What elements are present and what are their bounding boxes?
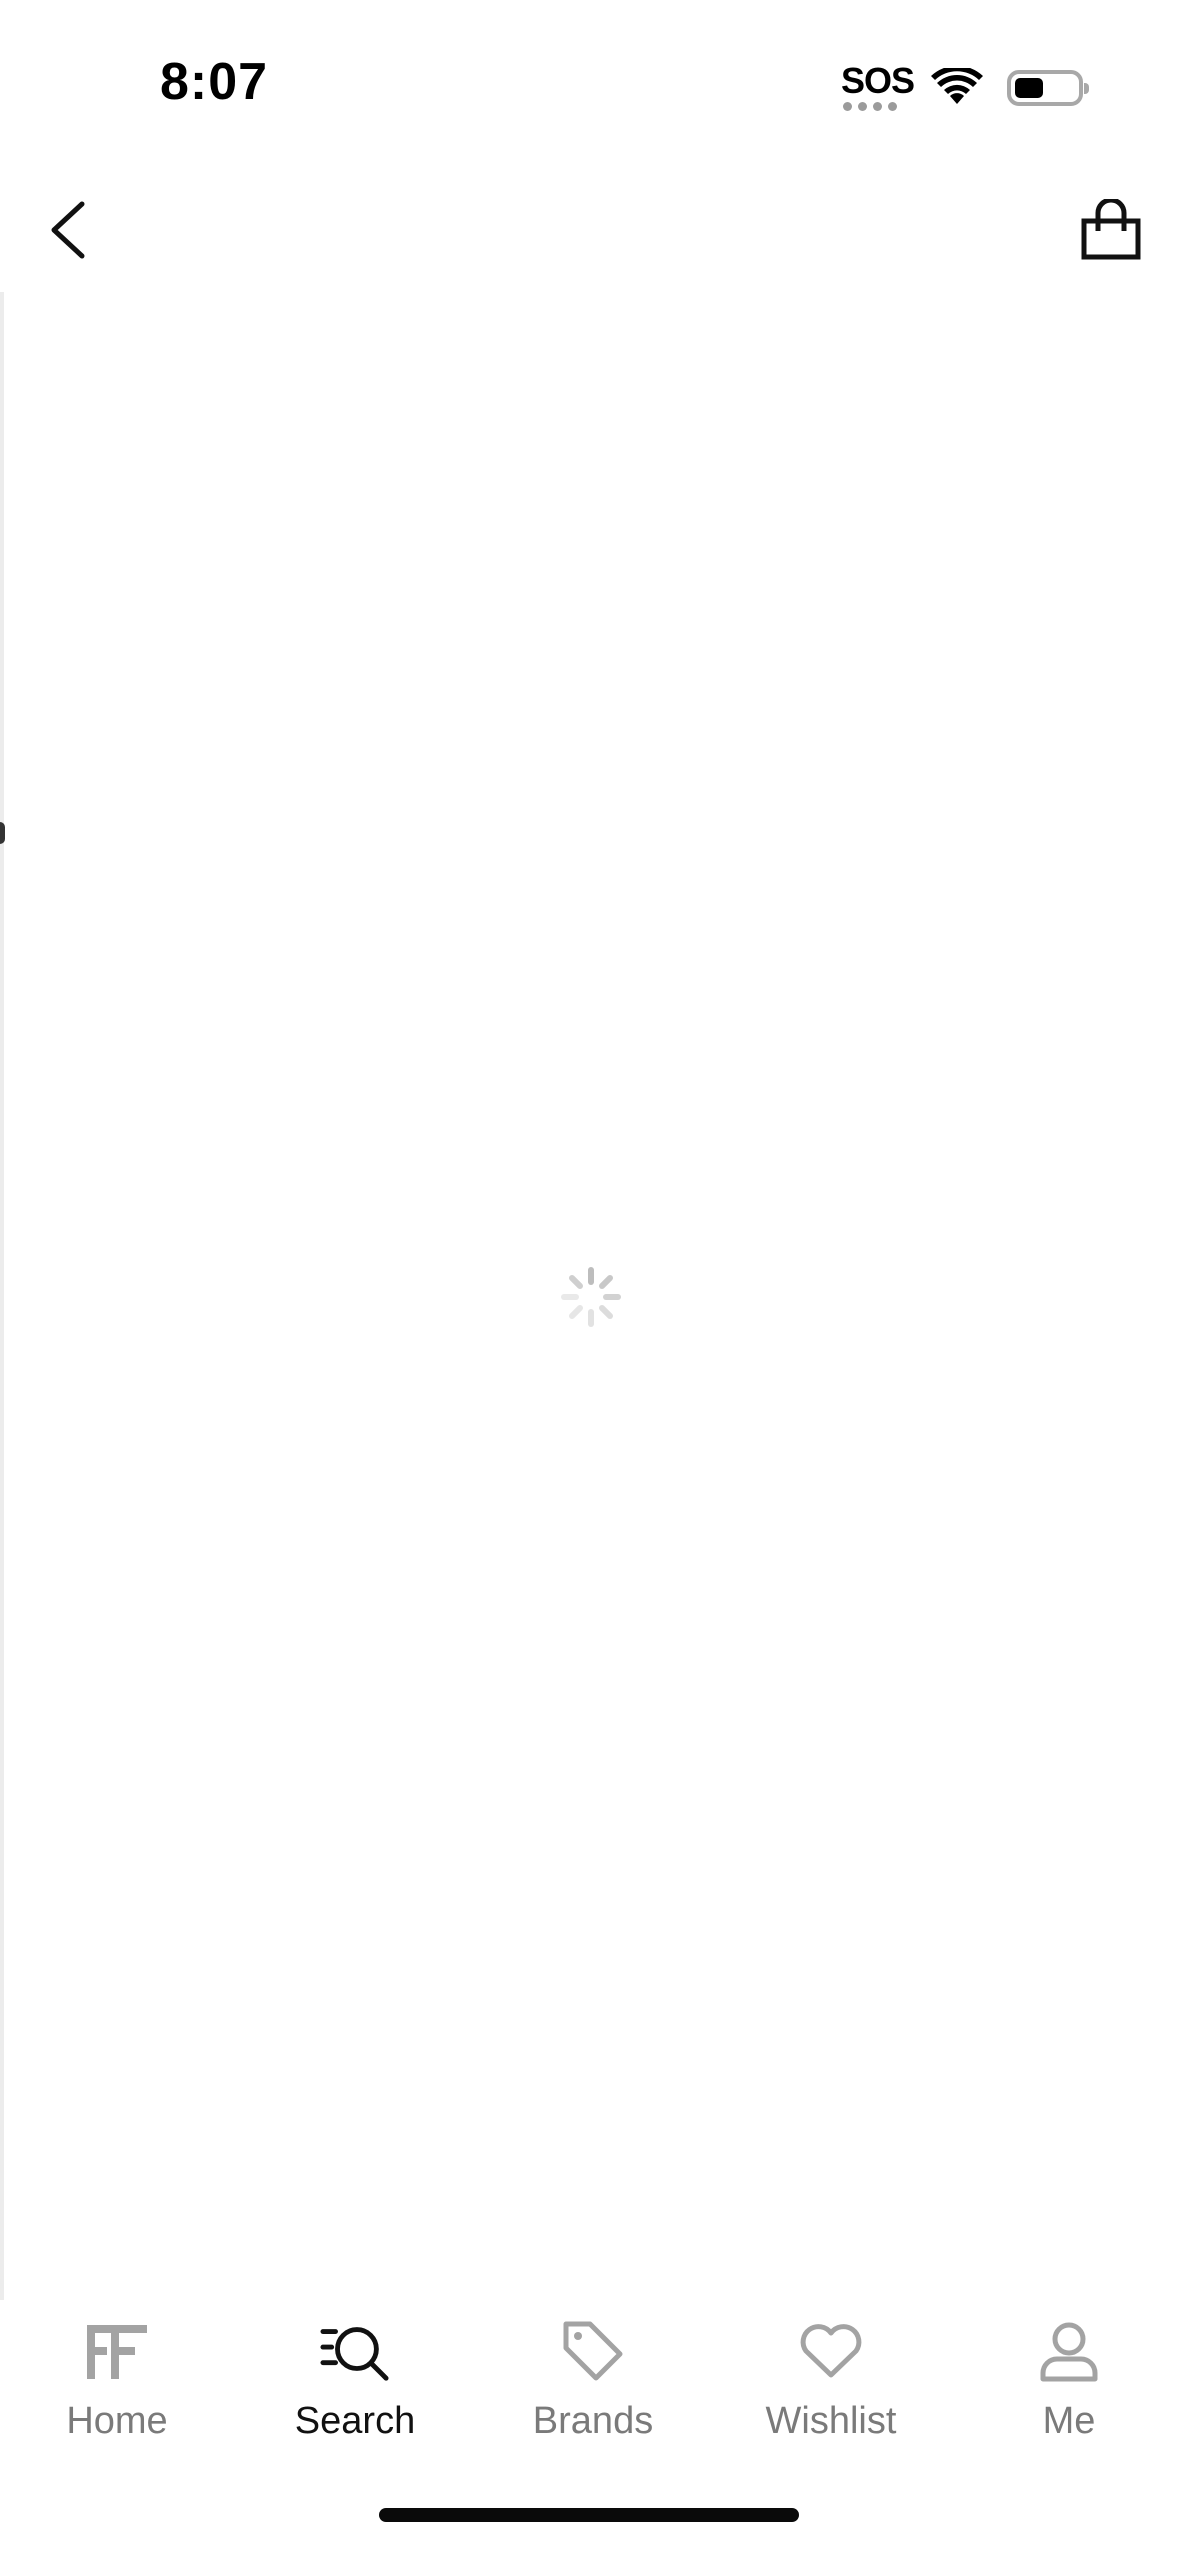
tab-label-me: Me: [1042, 2400, 1096, 2442]
rail-marker: [0, 822, 5, 844]
tab-label-home: Home: [66, 2400, 168, 2442]
left-rail: [0, 292, 4, 2300]
wifi-icon: [931, 68, 983, 104]
status-time: 8:07: [160, 53, 269, 111]
status-icons: SOS: [841, 60, 1089, 116]
sos-indicator: SOS: [841, 60, 915, 116]
tab-brands[interactable]: Brands: [483, 2316, 703, 2466]
heart-icon: [796, 2316, 866, 2386]
tab-label-search: Search: [294, 2400, 416, 2442]
back-chevron-icon: [51, 201, 85, 259]
user-icon: [1034, 2316, 1104, 2386]
nav-bar: [0, 170, 1179, 290]
battery-icon: [1007, 70, 1089, 106]
signal-dots: [843, 102, 897, 111]
sos-label: SOS: [841, 60, 915, 101]
ff-logo-icon: [82, 2316, 152, 2386]
tab-home[interactable]: Home: [7, 2316, 227, 2466]
shopping-bag-icon: [1081, 199, 1141, 260]
tab-me[interactable]: Me: [959, 2316, 1179, 2466]
loading-spinner-icon: [561, 1267, 621, 1327]
content-area: [0, 292, 1179, 2300]
tab-label-wishlist: Wishlist: [765, 2400, 897, 2442]
tag-icon: [558, 2316, 628, 2386]
status-bar: 8:07 SOS: [0, 0, 1179, 150]
shopping-bag-button[interactable]: [1071, 190, 1151, 270]
tab-wishlist[interactable]: Wishlist: [721, 2316, 941, 2466]
tab-search[interactable]: Search: [245, 2316, 465, 2466]
home-indicator: [379, 2508, 799, 2522]
search-icon: [320, 2316, 390, 2386]
back-button[interactable]: [28, 190, 108, 270]
tab-label-brands: Brands: [532, 2400, 654, 2442]
